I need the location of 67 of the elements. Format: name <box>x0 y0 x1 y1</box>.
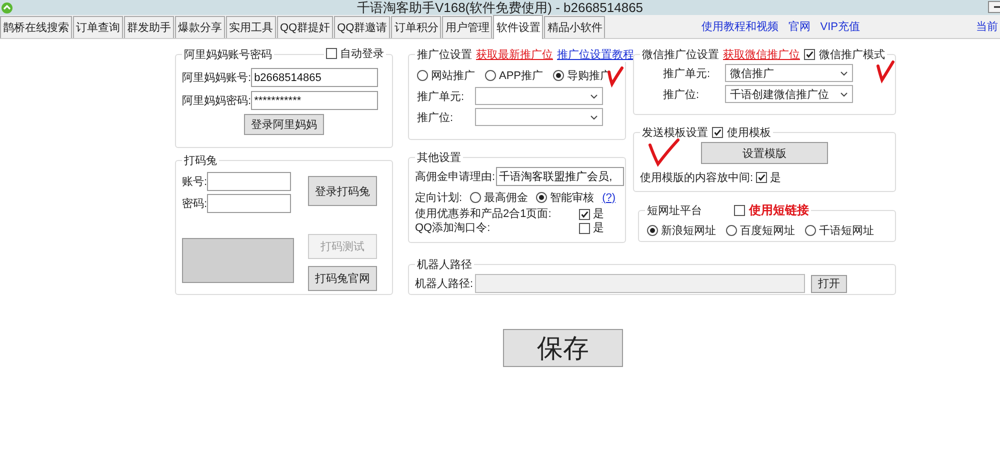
tab[interactable]: QQ群邀请 <box>334 16 390 38</box>
group-title: 其他设置 <box>417 152 461 164</box>
tab[interactable]: 群发助手 <box>124 16 174 38</box>
link[interactable]: 获取微信推广位 <box>723 47 800 62</box>
link[interactable]: 官网 <box>788 19 810 34</box>
group-title: 推广位设置 <box>417 48 472 62</box>
template-button[interactable]: 设置模版 <box>701 142 828 164</box>
checkbox-label: 是 <box>593 221 604 235</box>
tab[interactable]: 鹊桥在线搜索 <box>0 16 72 38</box>
option-label: 使用优惠券和产品2合1页面: <box>415 207 552 221</box>
checkbox-label: 使用模板 <box>727 126 771 140</box>
group-title: 微信推广位设置 <box>642 48 719 62</box>
radio-label: 百度短网址 <box>740 224 795 238</box>
option-label: QQ添加淘口令: <box>415 221 492 235</box>
link[interactable]: 获取最新推广位 <box>476 47 553 62</box>
field-label: 阿里妈妈密码: <box>182 94 252 108</box>
link[interactable]: 推广位设置教程 <box>557 47 634 62</box>
input-field[interactable]: 千语淘客联盟推广会员, <box>496 167 624 186</box>
radio-label: 最高佣金 <box>484 190 528 205</box>
radio-label: APP推广 <box>499 68 544 83</box>
field-label: 推广位: <box>663 88 700 102</box>
checkbox-label: 自动登录 <box>340 47 384 61</box>
open-button[interactable]: 打开 <box>811 274 848 292</box>
website-button[interactable]: 打码兔官网 <box>308 266 377 291</box>
option-label: 使用模版的内容放中间: <box>640 170 754 185</box>
checkbox-label: 是 <box>593 207 604 221</box>
tab[interactable]: 实用工具 <box>226 16 276 38</box>
help-link[interactable]: (?) <box>602 192 616 204</box>
group-title: 机器人路径 <box>417 259 472 271</box>
input-field[interactable]: b2668514865 <box>251 68 378 87</box>
checkbox-label: 微信推广模式 <box>819 48 885 62</box>
input-field[interactable]: *********** <box>251 91 378 110</box>
login-button[interactable]: 登录打码兔 <box>308 176 377 206</box>
tab[interactable]: 订单积分 <box>391 16 442 38</box>
checkbox-label: 使用短链接 <box>749 202 809 219</box>
group-title: 阿里妈妈账号密码 <box>184 49 272 61</box>
group-title: 短网址平台 <box>647 204 702 218</box>
tab[interactable]: QQ群提奸 <box>277 16 334 38</box>
field-label: 推广单元: <box>663 66 712 80</box>
group-title: 发送模板设置 <box>642 126 708 140</box>
window-title: 千语淘客助手V168(软件免费使用) - b2668514865 <box>356 0 644 15</box>
checkbox-label: 是 <box>770 171 782 185</box>
field-label: 高佣金申请理由: <box>415 170 496 184</box>
field-label: 账号: <box>182 175 208 189</box>
save-button[interactable]: 保存 <box>503 329 623 367</box>
link[interactable]: 使用教程和视频 <box>701 19 778 34</box>
field-label: 推广单元: <box>416 90 466 104</box>
radio-label: 千语短网址 <box>819 224 874 238</box>
field-label: 阿里妈妈账号: <box>182 71 252 85</box>
tab[interactable]: 软件设置 <box>493 15 544 39</box>
tab[interactable]: 用户管理 <box>442 16 492 38</box>
radio-label: 智能审核 <box>550 190 594 205</box>
field-label: 机器人路径: <box>415 277 474 291</box>
login-button[interactable]: 登录阿里妈妈 <box>244 114 324 135</box>
group-title: 打码兔 <box>184 155 217 167</box>
tab[interactable]: 精品小软件 <box>544 16 606 38</box>
tab[interactable]: 订单查询 <box>73 16 123 38</box>
dropdown[interactable]: 微信推广 <box>725 64 853 82</box>
status-text: 当前 <box>976 20 998 34</box>
radio-label: 网站推广 <box>431 68 475 83</box>
field-label: 密码: <box>182 196 208 211</box>
radio-label: 新浪短网址 <box>661 224 716 238</box>
link[interactable]: VIP充值 <box>820 19 860 34</box>
dropdown[interactable]: 千语创建微信推广位 <box>725 85 853 103</box>
field-label: 推广位: <box>416 110 454 124</box>
tab[interactable]: 爆款分享 <box>175 16 225 38</box>
field-label: 定向计划: <box>415 190 462 205</box>
